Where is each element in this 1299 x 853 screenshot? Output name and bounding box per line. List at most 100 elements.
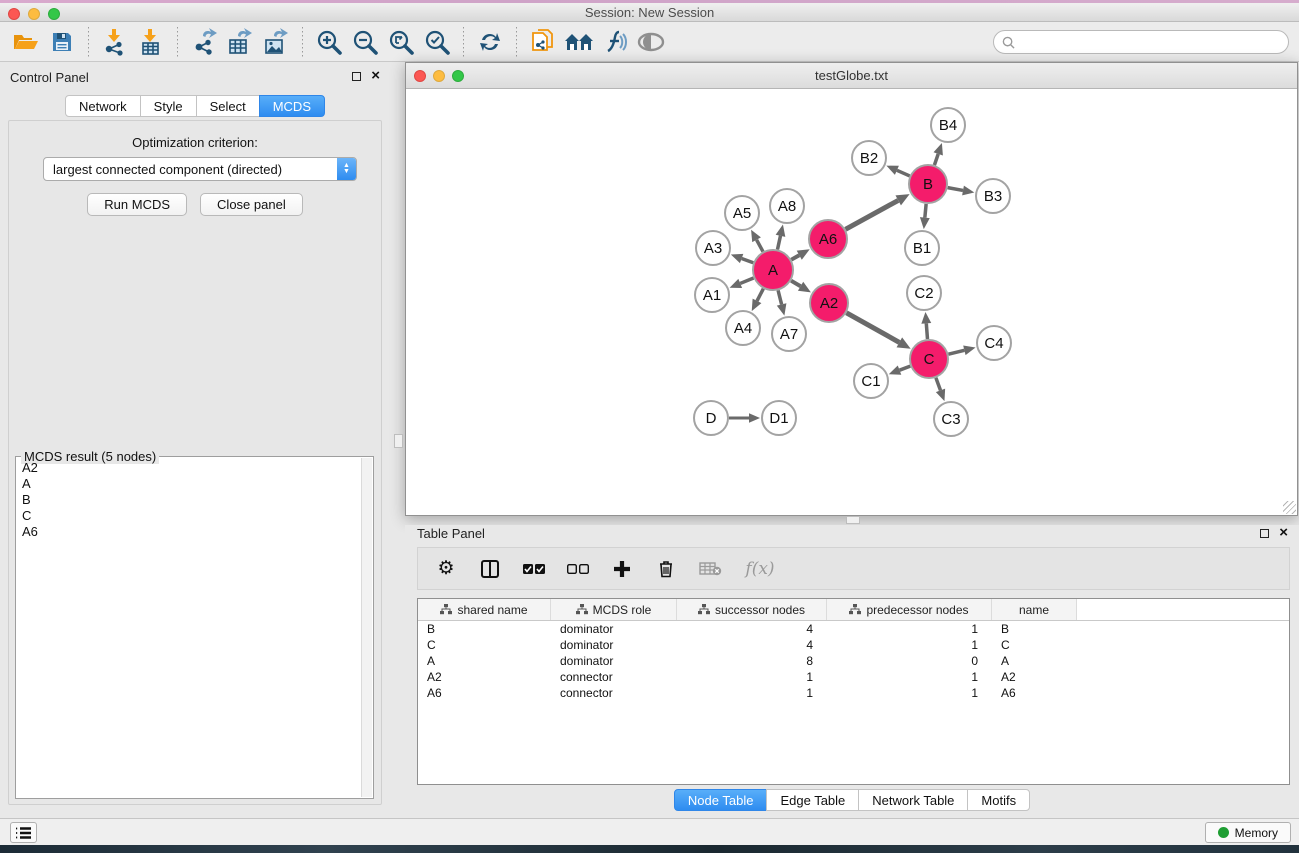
graph-edge-A-A4[interactable]	[757, 289, 763, 301]
add-column-button[interactable]	[610, 557, 634, 581]
table-row[interactable]: Adominator80A	[418, 653, 1289, 669]
graph-node-B1[interactable]: B1	[905, 231, 939, 265]
close-panel-icon[interactable]: ×	[371, 71, 380, 81]
table-row[interactable]: A2connector11A2	[418, 669, 1289, 685]
export-image-button[interactable]	[258, 26, 294, 58]
optimization-dropdown[interactable]: largest connected component (directed) ▲…	[43, 157, 357, 181]
table-row[interactable]: Cdominator41C	[418, 637, 1289, 653]
graph-node-D[interactable]: D	[694, 401, 728, 435]
float-table-panel-icon[interactable]	[1260, 529, 1269, 538]
column-header-predecessor-nodes[interactable]: predecessor nodes	[827, 599, 992, 620]
graph-node-A2[interactable]: A2	[810, 284, 848, 322]
network-from-file-button[interactable]	[525, 26, 561, 58]
result-item[interactable]: A	[17, 476, 360, 492]
task-history-button[interactable]	[10, 822, 37, 843]
save-session-button[interactable]	[44, 26, 80, 58]
graph-node-C[interactable]: C	[910, 340, 948, 378]
open-session-button[interactable]	[8, 26, 44, 58]
tab-node-table[interactable]: Node Table	[674, 789, 768, 811]
graph-node-B3[interactable]: B3	[976, 179, 1010, 213]
graph-edge-A-A3[interactable]	[742, 258, 754, 262]
network-canvas[interactable]: A A6 A2 B C A1 A3 A4 A5 A7 A8 B1 B2 B3 B4 C1 C2 C3 C4 D D1	[407, 89, 1296, 514]
graph-edge-A2-C[interactable]	[846, 313, 899, 343]
home-button[interactable]	[561, 26, 597, 58]
graph-edge-A6-B[interactable]	[846, 200, 899, 229]
column-header-shared-name[interactable]: shared name	[418, 599, 551, 620]
panel-divider-handle[interactable]	[394, 434, 403, 448]
graph-node-C3[interactable]: C3	[934, 402, 968, 436]
graph-edge-A-A1[interactable]	[740, 278, 753, 283]
graph-node-A4[interactable]: A4	[726, 311, 760, 345]
result-scrollbar[interactable]	[361, 458, 372, 797]
import-table-button[interactable]	[133, 26, 169, 58]
hide-button[interactable]	[633, 26, 669, 58]
column-header-name[interactable]: name	[992, 599, 1077, 620]
tab-network-table[interactable]: Network Table	[858, 789, 968, 811]
graph-node-A1[interactable]: A1	[695, 278, 729, 312]
graph-edge-C-C4[interactable]	[948, 350, 964, 354]
graph-node-C1[interactable]: C1	[854, 364, 888, 398]
graph-edge-C-C1[interactable]	[900, 366, 911, 370]
tab-edge-table[interactable]: Edge Table	[766, 789, 859, 811]
graph-node-A[interactable]: A	[753, 250, 793, 290]
graph-node-A3[interactable]: A3	[696, 231, 730, 265]
graph-node-C2[interactable]: C2	[907, 276, 941, 310]
result-item[interactable]: B	[17, 492, 360, 508]
resize-grip[interactable]	[1283, 501, 1296, 514]
panel-divider-handle[interactable]	[846, 516, 860, 524]
graph-node-A6[interactable]: A6	[809, 220, 847, 258]
graph-edge-A-A2[interactable]	[791, 281, 800, 287]
column-header-MCDS-role[interactable]: MCDS role	[551, 599, 677, 620]
delete-column-button[interactable]	[654, 557, 678, 581]
network-titlebar[interactable]: testGlobe.txt	[406, 63, 1297, 89]
close-panel-button[interactable]: Close panel	[200, 193, 303, 216]
graph-edge-C-C2[interactable]	[926, 323, 927, 339]
tab-motifs[interactable]: Motifs	[967, 789, 1030, 811]
delete-table-button[interactable]	[698, 557, 722, 581]
graph-node-A5[interactable]: A5	[725, 196, 759, 230]
result-item[interactable]: A2	[17, 460, 360, 476]
result-item[interactable]: A6	[17, 524, 360, 540]
zoom-in-button[interactable]	[311, 26, 347, 58]
graph-edge-A-A5[interactable]	[757, 240, 763, 252]
tab-select[interactable]: Select	[196, 95, 260, 117]
refresh-button[interactable]	[472, 26, 508, 58]
graph-edge-B-B3[interactable]	[948, 188, 963, 191]
tab-network[interactable]: Network	[65, 95, 141, 117]
function-builder-button[interactable]: f(x)	[742, 557, 778, 581]
graph-node-D1[interactable]: D1	[762, 401, 796, 435]
graph-edge-B-B1[interactable]	[925, 204, 926, 218]
search-field[interactable]	[993, 30, 1289, 54]
zoom-fit-button[interactable]	[383, 26, 419, 58]
tab-mcds[interactable]: MCDS	[259, 95, 325, 117]
export-network-button[interactable]	[186, 26, 222, 58]
graph-node-B[interactable]: B	[909, 165, 947, 203]
show-columns-button[interactable]	[478, 557, 502, 581]
import-network-button[interactable]	[97, 26, 133, 58]
search-input[interactable]	[1019, 35, 1288, 49]
graph-node-B2[interactable]: B2	[852, 141, 886, 175]
run-mcds-button[interactable]: Run MCDS	[87, 193, 187, 216]
vizmapper-button[interactable]	[597, 26, 633, 58]
graph-edge-C-C3[interactable]	[936, 378, 941, 391]
table-settings-button[interactable]: ⚙	[434, 557, 458, 581]
select-all-button[interactable]	[522, 557, 546, 581]
graph-node-A7[interactable]: A7	[772, 317, 806, 351]
graph-edge-A-A8[interactable]	[777, 236, 780, 250]
table-row[interactable]: A6connector11A6	[418, 685, 1289, 701]
column-header-successor-nodes[interactable]: successor nodes	[677, 599, 827, 620]
graph-node-B4[interactable]: B4	[931, 108, 965, 142]
zoom-out-button[interactable]	[347, 26, 383, 58]
graph-node-C4[interactable]: C4	[977, 326, 1011, 360]
table-row[interactable]: Bdominator41B	[418, 621, 1289, 637]
deselect-all-button[interactable]	[566, 557, 590, 581]
float-panel-icon[interactable]	[352, 72, 361, 81]
graph-edge-A-A7[interactable]	[778, 290, 782, 304]
zoom-selected-button[interactable]	[419, 26, 455, 58]
graph-node-A8[interactable]: A8	[770, 189, 804, 223]
tab-style[interactable]: Style	[140, 95, 197, 117]
export-table-button[interactable]	[222, 26, 258, 58]
graph-edge-A-A6[interactable]	[791, 255, 799, 259]
graph-edge-B-B2[interactable]	[897, 170, 910, 176]
graph-edge-B-B4[interactable]	[934, 154, 938, 165]
